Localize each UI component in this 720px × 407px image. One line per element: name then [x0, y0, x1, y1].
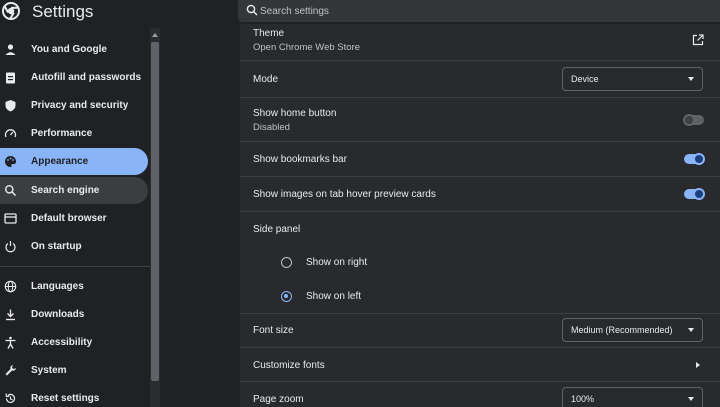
toggle-knob: [683, 114, 695, 126]
side-panel-section: Side panel Show on right Show on left: [240, 212, 720, 314]
sidebar-item-label: Performance: [31, 128, 93, 139]
page-zoom-title: Page zoom: [253, 394, 304, 405]
sidebar-item-performance[interactable]: Performance: [0, 120, 148, 147]
font-size-title: Font size: [253, 325, 294, 336]
sidebar-item-default-browser[interactable]: Default browser: [0, 205, 148, 232]
external-link-icon[interactable]: [692, 34, 704, 46]
sidebar-item-label: You and Google: [31, 44, 107, 55]
sidebar-item-privacy[interactable]: Privacy and security: [0, 92, 148, 119]
mode-select[interactable]: Device: [562, 67, 703, 91]
tab-hover-images-title: Show images on tab hover preview cards: [253, 189, 436, 200]
bookmarks-bar-title: Show bookmarks bar: [253, 154, 347, 165]
sidebar-item-on-startup[interactable]: On startup: [0, 233, 148, 260]
sidebar-item-label: On startup: [31, 241, 82, 252]
app-title: Settings: [32, 2, 94, 21]
palette-icon: [5, 156, 17, 167]
sidebar-item-label: Search engine: [31, 185, 100, 196]
toggle-knob: [693, 188, 705, 200]
home-button-title: Show home button: [253, 108, 337, 119]
sidebar-item-label: Languages: [31, 281, 84, 292]
mode-title: Mode: [253, 74, 279, 85]
appearance-card: Theme Open Chrome Web Store Mode Device …: [240, 24, 720, 407]
sidebar-scrollbar[interactable]: [150, 28, 160, 407]
wrench-icon: [5, 365, 16, 376]
home-button-row[interactable]: Show home button Disabled: [240, 98, 720, 142]
page-zoom-select[interactable]: 100%: [562, 387, 703, 407]
tab-hover-images-row[interactable]: Show images on tab hover preview cards: [240, 177, 720, 212]
search-icon: [5, 185, 17, 197]
search-input[interactable]: [260, 2, 700, 20]
page-zoom-row: Page zoom 100%: [240, 382, 720, 407]
side-panel-right-label[interactable]: Show on right: [306, 257, 367, 268]
font-size-row: Font size Medium (Recommended): [240, 314, 720, 348]
sidebar-item-label: Privacy and security: [31, 100, 129, 111]
top-bar: Settings: [0, 0, 720, 24]
side-panel-left-radio[interactable]: [281, 291, 292, 302]
reset-icon: [5, 393, 16, 403]
font-size-select[interactable]: Medium (Recommended): [562, 318, 703, 342]
sidebar-item-label: Reset settings: [31, 393, 100, 404]
side-panel-left-label[interactable]: Show on left: [306, 291, 361, 302]
chevron-right-icon: [696, 362, 700, 368]
sidebar: You and Google Autofill and passwords Pr…: [0, 28, 150, 407]
sidebar-item-appearance[interactable]: Appearance: [0, 148, 148, 175]
sidebar-item-reset-settings[interactable]: Reset settings: [0, 385, 148, 407]
sidebar-item-search-engine[interactable]: Search engine: [0, 177, 148, 204]
chevron-down-icon: [688, 397, 694, 401]
bookmarks-bar-row[interactable]: Show bookmarks bar: [240, 142, 720, 177]
globe-icon: [4, 280, 17, 293]
sidebar-item-languages[interactable]: Languages: [0, 273, 148, 300]
mode-select-value: Device: [571, 74, 599, 84]
sidebar-item-downloads[interactable]: Downloads: [0, 301, 148, 328]
chevron-down-icon: [688, 77, 694, 81]
sidebar-item-label: System: [31, 365, 67, 376]
customize-fonts-row[interactable]: Customize fonts: [240, 348, 720, 382]
search-box[interactable]: [238, 0, 720, 22]
shield-icon: [5, 100, 16, 112]
sidebar-item-label: Appearance: [31, 156, 89, 167]
power-icon: [5, 241, 16, 253]
font-size-select-value: Medium (Recommended): [571, 325, 673, 335]
customize-fonts-title: Customize fonts: [253, 360, 325, 371]
scroll-up-icon[interactable]: [152, 32, 158, 38]
browser-icon: [4, 213, 17, 224]
page-zoom-select-value: 100%: [571, 394, 595, 404]
sidebar-item-you-and-google[interactable]: You and Google: [0, 36, 148, 63]
chrome-logo-icon: [2, 2, 20, 20]
sidebar-item-label: Accessibility: [31, 337, 93, 348]
sidebar-item-autofill[interactable]: Autofill and passwords: [0, 64, 148, 91]
theme-row[interactable]: Theme Open Chrome Web Store: [240, 24, 720, 61]
clipboard-icon: [6, 72, 15, 84]
sidebar-item-label: Downloads: [31, 309, 85, 320]
theme-subtitle: Open Chrome Web Store: [253, 42, 361, 53]
home-button-subtitle: Disabled: [253, 122, 290, 133]
bookmarks-bar-toggle[interactable]: [684, 153, 705, 165]
sidebar-item-accessibility[interactable]: Accessibility: [0, 329, 148, 356]
chevron-down-icon: [688, 328, 694, 332]
person-icon: [5, 44, 16, 55]
theme-title: Theme: [253, 28, 285, 39]
toggle-knob: [693, 153, 705, 165]
speedometer-icon: [4, 129, 17, 138]
mode-row: Mode Device: [240, 61, 720, 98]
sidebar-item-system[interactable]: System: [0, 357, 148, 384]
search-icon: [246, 4, 258, 16]
download-icon: [6, 309, 15, 321]
home-button-toggle[interactable]: [683, 114, 704, 126]
sidebar-item-label: Default browser: [31, 213, 107, 224]
sidebar-item-label: Autofill and passwords: [31, 72, 142, 83]
scrollbar-thumb[interactable]: [151, 42, 159, 381]
accessibility-icon: [5, 336, 16, 349]
side-panel-right-radio[interactable]: [281, 257, 292, 268]
tab-hover-images-toggle[interactable]: [684, 188, 705, 200]
side-panel-title: Side panel: [253, 224, 301, 235]
sidebar-divider: [0, 266, 150, 267]
